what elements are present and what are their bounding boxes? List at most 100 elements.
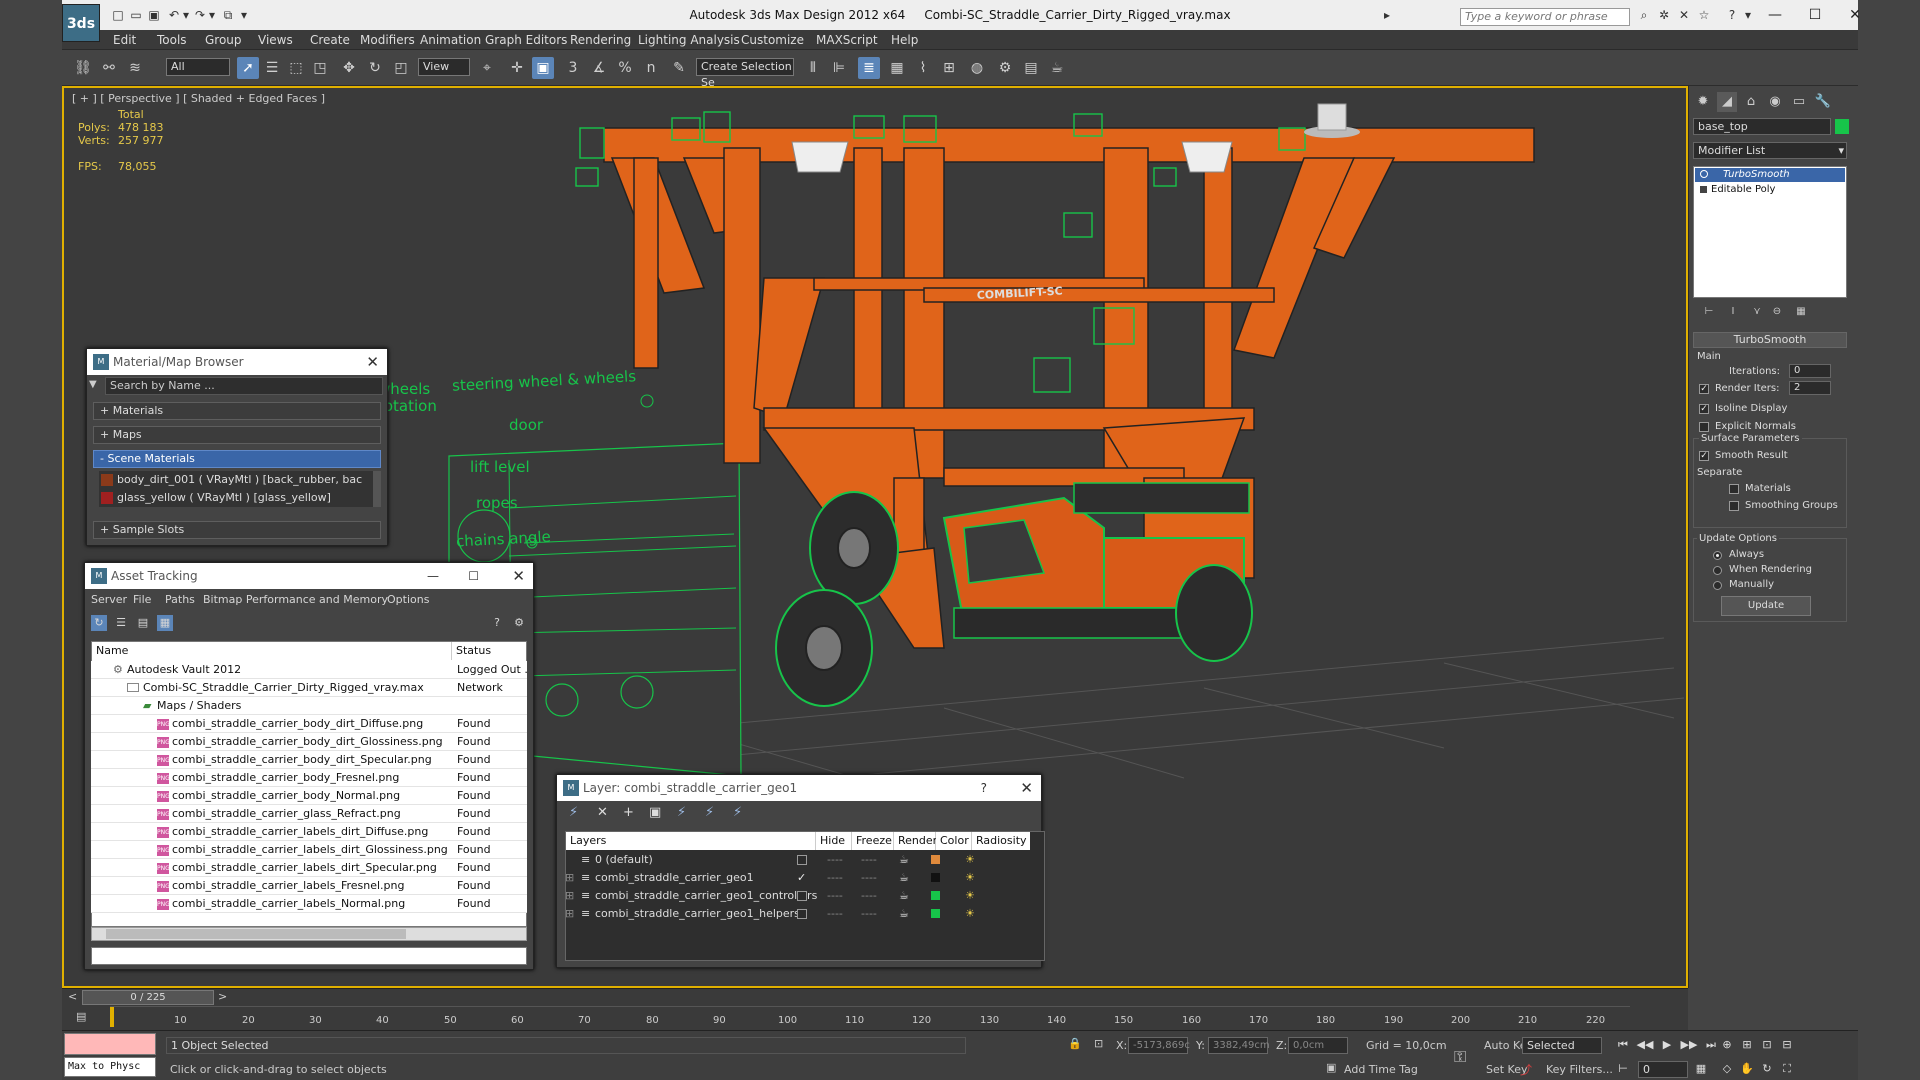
render-teapot-icon[interactable]: ☕ <box>899 869 909 887</box>
table-view-icon[interactable]: ▦ <box>157 615 173 631</box>
menu-group[interactable]: Group <box>205 33 242 47</box>
percent-snap-icon[interactable]: % <box>614 57 636 79</box>
mirror-icon[interactable]: ⫴ <box>802 57 824 79</box>
refresh-icon[interactable]: ↻ <box>91 615 107 631</box>
search-input[interactable]: Type a keyword or phrase <box>1460 8 1630 26</box>
menu-maxscript[interactable]: MAXScript <box>816 33 878 47</box>
sample-slots-rollout[interactable]: + Sample Slots <box>93 521 381 539</box>
project-folder-icon[interactable]: ⧉ <box>220 8 236 22</box>
menu-lighting-analysis[interactable]: Lighting Analysis <box>638 33 740 47</box>
stack-item-editable-poly[interactable]: Editable Poly <box>1695 183 1845 197</box>
render-teapot-icon[interactable]: ☕ <box>899 905 909 923</box>
spinner-snap-icon[interactable]: n <box>640 57 662 79</box>
current-layer-checkbox[interactable] <box>797 909 807 919</box>
smoothing-groups-checkbox[interactable] <box>1729 501 1739 511</box>
pivot-center-icon[interactable]: ⌖ <box>476 57 498 79</box>
show-end-result-icon[interactable]: Ⅰ <box>1723 302 1743 322</box>
table-row[interactable]: PNG combi_straddle_carrier_labels_dirt_Di… <box>91 823 527 841</box>
zoom-all-icon[interactable]: ⊞ <box>1738 1037 1756 1053</box>
default-in-out-tangent-icon[interactable]: ⤴ <box>1520 1061 1532 1078</box>
communication-icon[interactable]: ✕ <box>1676 8 1692 22</box>
horizontal-scrollbar[interactable] <box>91 927 527 941</box>
favorites-icon[interactable]: ☆ <box>1696 8 1712 22</box>
column-header-radiosity[interactable]: Radiosity <box>972 832 1030 850</box>
iterations-spinner[interactable]: 0 <box>1789 364 1831 378</box>
table-row[interactable]: PNG combi_straddle_carrier_labels_Fresnel… <box>91 877 527 895</box>
time-slider-thumb[interactable]: 0 / 225 <box>82 990 214 1005</box>
material-browser-titlebar[interactable]: M Material/Map Browser ✕ <box>87 349 387 375</box>
turbosmooth-rollout-header[interactable]: TurboSmooth <box>1693 332 1847 348</box>
expand-icon[interactable]: ⊞ <box>565 887 574 905</box>
object-color-swatch[interactable] <box>1835 119 1849 134</box>
menu-help[interactable]: Help <box>891 33 918 47</box>
layer-row-default[interactable]: ≡ 0 (default) ---- ---- ☕ ☀ <box>565 851 1043 869</box>
table-row[interactable]: PNG combi_straddle_carrier_labels_dirt_Gl… <box>91 841 527 859</box>
close-icon[interactable]: ✕ <box>1020 775 1033 801</box>
help-icon[interactable]: ? <box>981 775 987 801</box>
select-object-icon[interactable]: ➚ <box>237 57 259 79</box>
y-coordinate-field[interactable]: 3382,49cm <box>1208 1037 1270 1054</box>
prev-frame-icon[interactable]: < <box>68 990 77 1003</box>
rendered-frame-window-icon[interactable]: ▤ <box>1020 57 1042 79</box>
create-tab-icon[interactable]: ✹ <box>1693 92 1713 112</box>
next-key-icon[interactable]: ▶▶ <box>1680 1037 1698 1053</box>
table-row[interactable]: PNG combi_straddle_carrier_labels_Normal.… <box>91 895 527 913</box>
maxscript-listener-top[interactable] <box>64 1033 156 1055</box>
manually-radio[interactable] <box>1713 581 1722 590</box>
zoom-extents-icon[interactable]: ⊡ <box>1758 1037 1776 1053</box>
app-logo-icon[interactable]: 3ds <box>62 4 100 42</box>
schematic-view-icon[interactable]: ⊞ <box>938 57 960 79</box>
delete-layer-icon[interactable]: ✕ <box>597 805 613 821</box>
redo-dropdown-icon[interactable]: ▾ <box>204 8 220 22</box>
x-coordinate-field[interactable]: -5173,869c <box>1128 1037 1190 1054</box>
layer-window-titlebar[interactable]: M Layer: combi_straddle_carrier_geo1 ? ✕ <box>557 775 1041 801</box>
select-link-icon[interactable]: ⛓ <box>72 57 94 79</box>
next-frame-icon[interactable]: > <box>218 990 227 1003</box>
maximize-icon[interactable]: ☐ <box>1798 4 1832 26</box>
mini-curve-editor-icon[interactable]: ▤ <box>76 1010 92 1024</box>
snaps-toggle-icon[interactable]: 3 <box>562 57 584 79</box>
hide-freeze-all-icon[interactable]: ⚡ <box>733 805 749 821</box>
graphite-tools-icon[interactable]: ▦ <box>886 57 908 79</box>
hide-toggle[interactable]: ---- <box>827 869 843 887</box>
keyboard-shortcut-override-icon[interactable]: ▣ <box>532 57 554 79</box>
maxscript-mini-listener[interactable]: Max to Physc <box>64 1057 156 1077</box>
table-row[interactable]: PNG combi_straddle_carrier_body_dirt_Spec… <box>91 751 527 769</box>
quick-access-dropdown-icon[interactable]: ▾ <box>236 8 252 22</box>
z-coordinate-field[interactable]: 0,0cm <box>1288 1037 1348 1054</box>
reference-coordinate-dropdown[interactable]: View <box>418 58 470 76</box>
window-crossing-icon[interactable]: ◳ <box>309 57 331 79</box>
table-row[interactable]: PNG combi_straddle_carrier_body_Normal.pn… <box>91 787 527 805</box>
create-layer-icon[interactable]: ⚡ <box>569 805 585 821</box>
table-row[interactable]: PNG combi_straddle_carrier_labels_dirt_Sp… <box>91 859 527 877</box>
motion-tab-icon[interactable]: ◉ <box>1765 92 1785 112</box>
table-row[interactable]: PNG combi_straddle_carrier_glass_Refract.… <box>91 805 527 823</box>
isoline-display-checkbox[interactable]: ✓ <box>1699 404 1709 414</box>
current-layer-checkmark-icon[interactable]: ✓ <box>797 869 806 887</box>
expand-icon[interactable]: ⊞ <box>565 905 574 923</box>
hierarchy-tab-icon[interactable]: ⌂ <box>1741 92 1761 112</box>
menu-customize[interactable]: Customize <box>741 33 804 47</box>
table-row[interactable]: PNG combi_straddle_carrier_body_dirt_Glos… <box>91 733 527 751</box>
layer-manager-icon[interactable]: ≣ <box>858 57 880 79</box>
go-to-start-icon[interactable]: ⏮ <box>1614 1037 1632 1053</box>
radiosity-icon[interactable]: ☀ <box>965 905 975 923</box>
selection-filter-dropdown[interactable]: All <box>166 58 230 76</box>
menu-create[interactable]: Create <box>310 33 350 47</box>
subscription-icon[interactable]: ✲ <box>1656 8 1672 22</box>
remove-modifier-icon[interactable]: ⊖ <box>1767 302 1787 322</box>
lightbulb-icon[interactable] <box>1700 170 1708 178</box>
render-teapot-icon[interactable]: ☕ <box>899 887 909 905</box>
new-file-icon[interactable]: □ <box>110 8 126 22</box>
absolute-mode-icon[interactable]: ⊡ <box>1094 1037 1103 1050</box>
menu-paths[interactable]: Paths <box>165 593 195 606</box>
key-filters-button[interactable]: Key Filters... <box>1546 1063 1613 1076</box>
scene-materials-rollout[interactable]: - Scene Materials <box>93 450 381 468</box>
column-header-color[interactable]: Color <box>936 832 972 850</box>
save-file-icon[interactable]: ▣ <box>146 8 162 22</box>
help-icon[interactable]: ? <box>489 615 505 631</box>
menu-file[interactable]: File <box>133 593 151 606</box>
curve-editor-icon[interactable]: ⌇ <box>912 57 934 79</box>
edit-named-selection-icon[interactable]: ✎ <box>668 57 690 79</box>
table-row[interactable]: ⚙ Autodesk Vault 2012 Logged Out ... <box>91 661 527 679</box>
